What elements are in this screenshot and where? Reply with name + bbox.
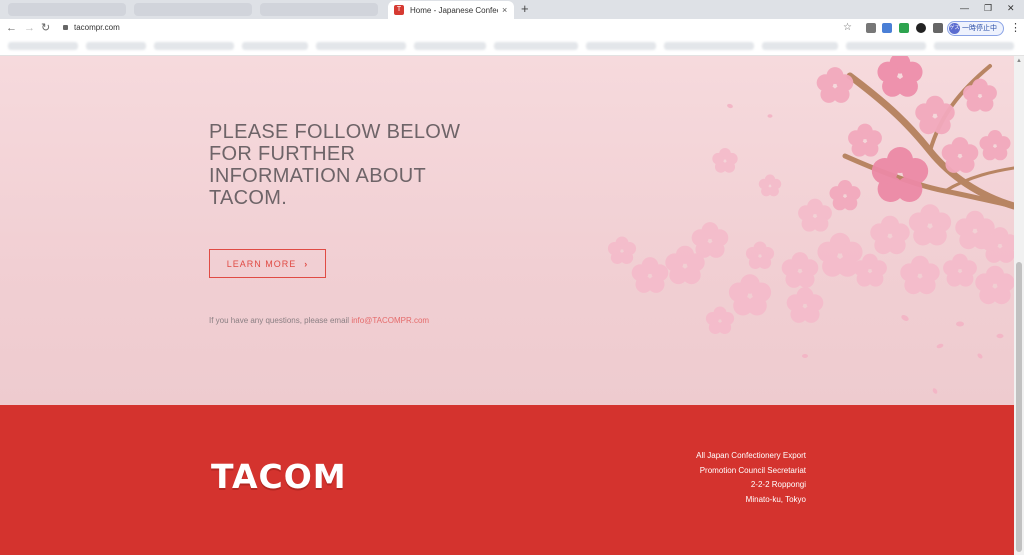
- page-scrollbar[interactable]: ▲: [1014, 56, 1024, 555]
- contact-line: If you have any questions, please email …: [209, 316, 429, 325]
- scroll-thumb[interactable]: [1016, 262, 1022, 552]
- active-tab[interactable]: T Home - Japanese Confectionary ×: [388, 1, 514, 19]
- cherry-blossom-illustration: [607, 56, 1014, 394]
- bookmark-item[interactable]: [316, 42, 406, 50]
- learn-more-label: LEARN MORE: [226, 258, 297, 269]
- bookmark-item[interactable]: [934, 42, 1014, 50]
- background-tab[interactable]: [134, 3, 252, 16]
- headline-line: PLEASE FOLLOW BELOW: [209, 121, 461, 143]
- site-footer: TACOM All Japan Confectionery Export Pro…: [0, 405, 1014, 555]
- camera-extension-icon[interactable]: [866, 23, 876, 33]
- bookmark-item[interactable]: [494, 42, 578, 50]
- puzzle-extensions-icon[interactable]: [933, 23, 943, 33]
- bookmark-item[interactable]: [242, 42, 308, 50]
- bookmark-item[interactable]: [86, 42, 146, 50]
- new-tab-button[interactable]: +: [521, 2, 529, 16]
- profile-avatar-icon: ゲスト: [949, 23, 960, 42]
- bookmarks-bar: [0, 37, 1024, 56]
- address-line: Promotion Council Secretariat: [699, 465, 806, 475]
- back-icon[interactable]: ←: [6, 21, 17, 35]
- tab-title: Home - Japanese Confectionary: [410, 5, 498, 15]
- tab-bar: T Home - Japanese Confectionary × + — ❐ …: [0, 0, 1024, 19]
- bookmark-star-icon[interactable]: ☆: [843, 21, 852, 35]
- close-window-icon[interactable]: ✕: [1007, 3, 1015, 14]
- headline-line: INFORMATION ABOUT: [209, 165, 426, 187]
- minimize-icon[interactable]: —: [960, 3, 969, 13]
- shield-extension-icon[interactable]: [882, 23, 892, 33]
- bookmark-item[interactable]: [846, 42, 926, 50]
- bookmark-item[interactable]: [414, 42, 486, 50]
- bookmark-item[interactable]: [586, 42, 656, 50]
- address-bar[interactable]: tacompr.com: [74, 21, 120, 35]
- bookmark-item[interactable]: [154, 42, 234, 50]
- lock-icon[interactable]: [63, 25, 68, 30]
- scroll-up-icon[interactable]: ▲: [1014, 58, 1024, 64]
- forward-icon[interactable]: →: [24, 21, 35, 35]
- profile-label: 一時停止中: [962, 25, 997, 32]
- tacom-logo[interactable]: TACOM: [211, 457, 347, 496]
- profile-button[interactable]: ゲスト一時停止中: [947, 21, 1004, 42]
- address-line: All Japan Confectionery Export: [696, 451, 806, 460]
- browser-toolbar: ← → ↻ tacompr.com ☆ ゲスト一時停止中 ⋮: [0, 19, 1024, 42]
- browser-menu-icon[interactable]: ⋮: [1010, 21, 1021, 34]
- bookmark-item[interactable]: [762, 42, 838, 50]
- bookmark-item[interactable]: [8, 42, 78, 50]
- headline-line: TACOM.: [209, 187, 288, 209]
- learn-more-button[interactable]: LEARN MORE ›: [209, 249, 326, 278]
- close-tab-icon[interactable]: ×: [502, 5, 507, 15]
- headline-line: FOR FURTHER: [209, 143, 356, 165]
- hero-headline: PLEASE FOLLOW BELOW FOR FURTHER INFORMAT…: [209, 121, 469, 209]
- info-extension-icon[interactable]: [916, 23, 926, 33]
- check-extension-icon[interactable]: [899, 23, 909, 33]
- contact-email-link[interactable]: info@TACOMPR.com: [351, 316, 429, 325]
- footer-address: All Japan Confectionery Export Promotion…: [696, 449, 806, 507]
- address-line: 2-2-2 Roppongi: [750, 480, 806, 489]
- address-line: Minato-ku, Tokyo: [745, 494, 806, 504]
- background-tab[interactable]: [8, 3, 126, 16]
- contact-text: If you have any questions, please email: [209, 316, 352, 325]
- hero-section: PLEASE FOLLOW BELOW FOR FURTHER INFORMAT…: [0, 56, 1014, 405]
- site-favicon-icon: T: [394, 5, 404, 15]
- chevron-right-icon: ›: [304, 258, 309, 269]
- background-tab[interactable]: [260, 3, 378, 16]
- reload-icon[interactable]: ↻: [41, 21, 50, 35]
- maximize-icon[interactable]: ❐: [984, 3, 992, 14]
- bookmark-item[interactable]: [664, 42, 754, 50]
